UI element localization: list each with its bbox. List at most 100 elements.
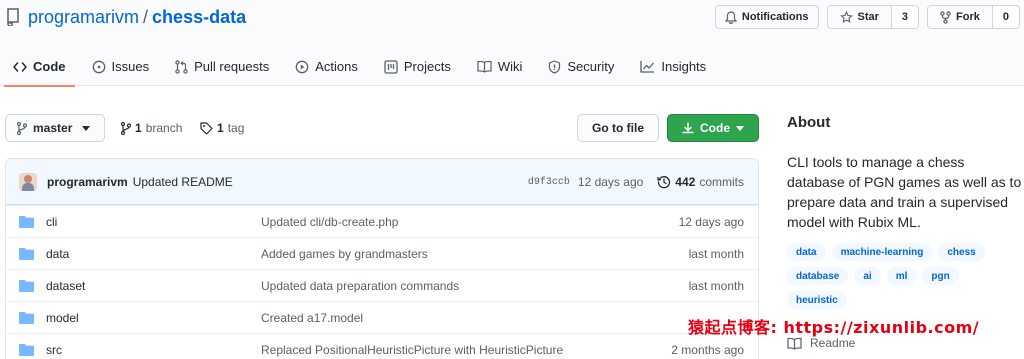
folder-icon bbox=[19, 248, 34, 260]
play-icon bbox=[295, 60, 309, 73]
about-sidebar: About CLI tools to manage a chess databa… bbox=[787, 114, 1024, 350]
repo-owner-link[interactable]: programarivm bbox=[28, 7, 139, 28]
repo-header: programarivm / chess-data Notifications … bbox=[0, 0, 1024, 87]
topic-tag[interactable]: ml bbox=[886, 267, 917, 285]
file-name[interactable]: src bbox=[46, 343, 62, 357]
tab-insights[interactable]: Insights bbox=[627, 47, 719, 86]
branches-link[interactable]: 1 branch bbox=[121, 114, 182, 142]
repo-name-link[interactable]: chess-data bbox=[152, 7, 246, 28]
tab-actions[interactable]: Actions bbox=[282, 47, 371, 86]
tab-label: Projects bbox=[403, 59, 451, 74]
tag-icon bbox=[200, 121, 213, 135]
history-icon bbox=[657, 176, 671, 189]
fork-icon bbox=[940, 10, 951, 24]
tab-label: Wiki bbox=[497, 59, 523, 74]
book-icon bbox=[477, 60, 492, 73]
tab-security[interactable]: Security bbox=[535, 47, 627, 86]
fork-button-group[interactable]: Fork 0 bbox=[927, 5, 1020, 29]
branch-icon bbox=[17, 121, 27, 135]
repo-actions: Notifications Star 3 Fork 0 bbox=[714, 5, 1020, 29]
file-toolbar: master 1 branch 1 tag Go to file Code bbox=[5, 114, 759, 142]
branch-select-button[interactable]: master bbox=[5, 114, 105, 142]
fork-label: Fork bbox=[956, 11, 980, 23]
commits-history-link[interactable]: 442 commits bbox=[657, 175, 744, 189]
topic-tag[interactable]: data bbox=[787, 243, 826, 261]
star-icon bbox=[839, 10, 853, 23]
tab-label: Code bbox=[33, 59, 66, 74]
branch-name: master bbox=[33, 121, 73, 135]
notifications-label: Notifications bbox=[741, 11, 809, 23]
tab-code[interactable]: Code bbox=[0, 47, 79, 87]
commit-message[interactable]: Updated README bbox=[133, 175, 233, 189]
graph-icon bbox=[640, 61, 655, 73]
topic-tag[interactable]: pgn bbox=[922, 267, 959, 285]
branch-icon bbox=[121, 121, 131, 135]
tab-issues[interactable]: Issues bbox=[79, 47, 163, 86]
code-button-label: Code bbox=[700, 121, 730, 135]
repo-icon bbox=[6, 8, 20, 26]
book-icon bbox=[787, 337, 802, 350]
file-name[interactable]: cli bbox=[46, 215, 57, 229]
readme-label: Readme bbox=[810, 336, 856, 350]
folder-icon bbox=[19, 312, 34, 324]
file-commit-message[interactable]: Replaced PositionalHeuristicPicture with… bbox=[261, 343, 563, 357]
readme-link[interactable]: Readme bbox=[787, 336, 855, 350]
folder-icon bbox=[19, 216, 34, 228]
latest-commit-bar: programarivm Updated README d9f3ccb 12 d… bbox=[6, 159, 758, 205]
tab-pull-requests[interactable]: Pull requests bbox=[162, 47, 282, 86]
repo-separator: / bbox=[143, 6, 149, 27]
tab-projects[interactable]: Projects bbox=[371, 47, 464, 86]
commit-author[interactable]: programarivm bbox=[47, 175, 128, 189]
file-commit-message[interactable]: Added games by grandmasters bbox=[261, 247, 428, 261]
branch-count: 1 bbox=[135, 121, 142, 135]
commit-word: commits bbox=[699, 175, 744, 189]
branch-word: branch bbox=[145, 121, 183, 135]
about-description: CLI tools to manage a chess database of … bbox=[787, 154, 1022, 230]
topic-tag[interactable]: database bbox=[787, 267, 849, 285]
file-commit-message[interactable]: Updated cli/db-create.php bbox=[261, 215, 398, 229]
star-count[interactable]: 3 bbox=[890, 6, 919, 28]
folder-icon bbox=[19, 344, 34, 356]
avatar[interactable] bbox=[19, 172, 37, 191]
about-title: About bbox=[787, 114, 831, 131]
tags-link[interactable]: 1 tag bbox=[200, 114, 244, 142]
star-button-group[interactable]: Star 3 bbox=[826, 5, 920, 29]
file-commit-message[interactable]: Updated data preparation commands bbox=[261, 279, 459, 293]
file-row: data Added games by grandmasters last mo… bbox=[6, 237, 758, 269]
file-age: 12 days ago bbox=[678, 214, 744, 229]
topic-tag[interactable]: chess bbox=[938, 243, 985, 261]
tab-wiki[interactable]: Wiki bbox=[464, 47, 536, 86]
file-name[interactable]: data bbox=[46, 247, 69, 261]
file-row: src Replaced PositionalHeuristicPicture … bbox=[6, 333, 758, 359]
tab-label: Security bbox=[567, 59, 615, 74]
bell-icon bbox=[724, 10, 737, 24]
notifications-button[interactable]: Notifications bbox=[714, 5, 819, 29]
tab-label: Pull requests bbox=[194, 59, 270, 74]
code-download-button[interactable]: Code bbox=[667, 114, 759, 142]
fork-count[interactable]: 0 bbox=[991, 6, 1019, 28]
caret-down-icon bbox=[82, 125, 91, 131]
file-commit-message[interactable]: Created a17.model bbox=[261, 311, 363, 325]
tag-count: 1 bbox=[217, 121, 224, 135]
star-label: Star bbox=[857, 11, 879, 23]
file-age: last month bbox=[688, 278, 744, 293]
tab-label: Actions bbox=[315, 59, 358, 74]
watermark-text: 猿起点博客: https://zixunlib.com/ bbox=[688, 318, 980, 337]
file-name[interactable]: dataset bbox=[46, 279, 85, 293]
folder-icon bbox=[19, 280, 34, 292]
file-age: 2 months ago bbox=[671, 342, 744, 357]
tab-label: Insights bbox=[661, 59, 707, 74]
commit-age: 12 days ago bbox=[577, 175, 644, 189]
topic-tag[interactable]: ai bbox=[854, 267, 881, 285]
topic-tag[interactable]: machine-learning bbox=[831, 243, 933, 261]
topic-tag[interactable]: heuristic bbox=[787, 291, 847, 309]
commit-count: 442 bbox=[675, 175, 696, 189]
shield-icon bbox=[549, 59, 561, 74]
commit-sha[interactable]: d9f3ccb bbox=[528, 177, 570, 188]
file-name[interactable]: model bbox=[46, 311, 79, 325]
topic-list: data machine-learning chess database ai … bbox=[787, 243, 1023, 309]
file-row: cli Updated cli/db-create.php 12 days ag… bbox=[6, 205, 758, 237]
go-to-file-button[interactable]: Go to file bbox=[577, 114, 659, 142]
commit-meta: d9f3ccb 12 days ago 442 commits bbox=[528, 159, 744, 205]
project-icon bbox=[384, 59, 398, 74]
